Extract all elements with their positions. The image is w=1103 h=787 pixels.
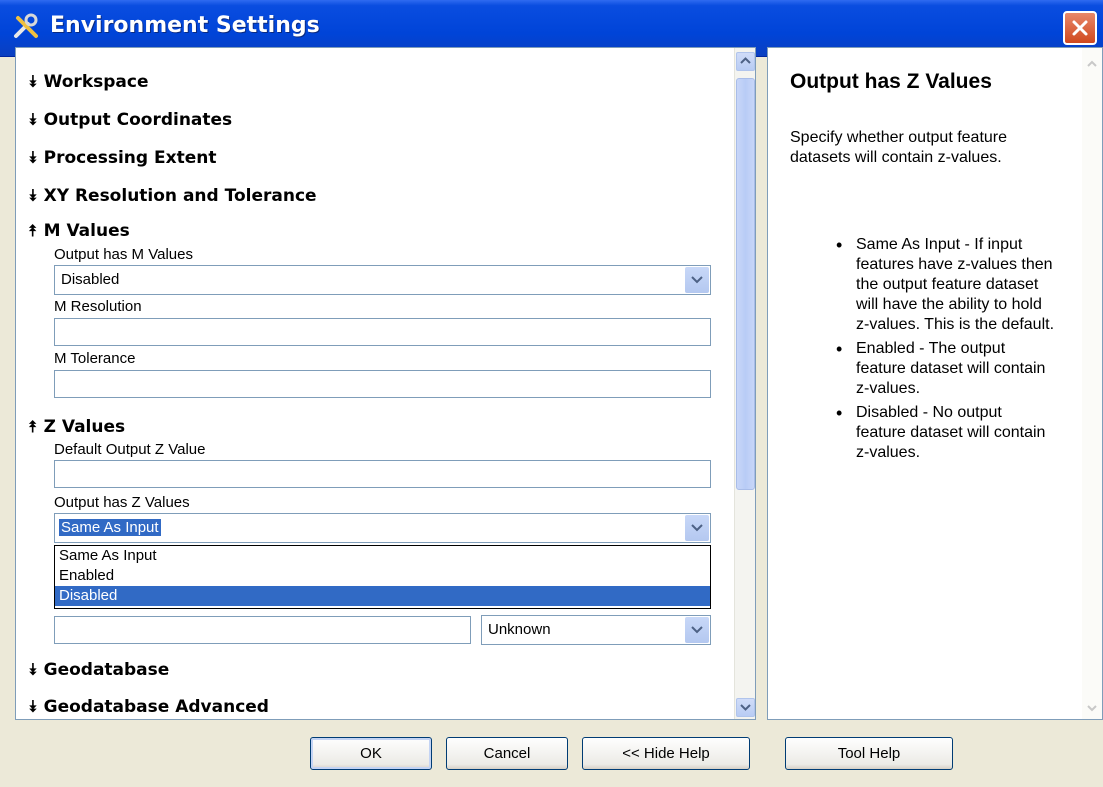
section-workspace[interactable]: ⯯ Workspace bbox=[28, 72, 149, 92]
dropdown-arrow-icon[interactable] bbox=[685, 617, 709, 643]
output-has-z-dropdown-list[interactable]: Same As Input Enabled Disabled bbox=[54, 545, 711, 609]
dropdown-option-disabled[interactable]: Disabled bbox=[55, 586, 710, 606]
dropdown-arrow-icon[interactable] bbox=[685, 515, 709, 541]
close-icon bbox=[1072, 20, 1088, 36]
chevron-down-icon: ⯯ bbox=[28, 186, 38, 205]
chevron-down-icon: ⯯ bbox=[28, 697, 38, 716]
default-output-z-field[interactable] bbox=[54, 460, 711, 488]
help-bullet: Disabled - No output feature dataset wil… bbox=[836, 403, 1056, 463]
scroll-down-icon bbox=[1087, 705, 1097, 712]
section-m-values[interactable]: ⯭ M Values bbox=[28, 221, 130, 241]
chevron-up-icon: ⯭ bbox=[28, 417, 38, 436]
scroll-up-icon bbox=[740, 57, 751, 64]
output-has-z-label: Output has Z Values bbox=[54, 494, 190, 511]
output-has-m-label: Output has M Values bbox=[54, 246, 193, 263]
z-tolerance-field[interactable] bbox=[54, 616, 471, 644]
dropdown-option-same-as-input[interactable]: Same As Input bbox=[55, 546, 710, 566]
z-tolerance-unit-value: Unknown bbox=[488, 621, 551, 638]
dropdown-arrow-icon[interactable] bbox=[685, 267, 709, 293]
help-panel[interactable]: Output has Z Values Specify whether outp… bbox=[767, 47, 1103, 720]
chevron-down-icon: ⯯ bbox=[28, 110, 38, 129]
help-bullet-list: Same As Input - If input features have z… bbox=[836, 235, 1056, 463]
help-bullet: Enabled - The output feature dataset wil… bbox=[836, 339, 1056, 399]
scroll-up-button[interactable] bbox=[736, 52, 755, 71]
output-has-m-value: Disabled bbox=[61, 271, 120, 288]
chevron-up-icon: ⯭ bbox=[28, 221, 38, 240]
section-output-coordinates[interactable]: ⯯ Output Coordinates bbox=[28, 110, 232, 130]
default-output-z-label: Default Output Z Value bbox=[54, 441, 206, 458]
output-has-m-select[interactable]: Disabled bbox=[54, 265, 711, 295]
section-xy-resolution[interactable]: ⯯ XY Resolution and Tolerance bbox=[28, 186, 317, 206]
scroll-down-icon bbox=[740, 704, 751, 711]
help-bullet: Same As Input - If input features have z… bbox=[836, 235, 1056, 335]
hide-help-button[interactable]: << Hide Help bbox=[582, 737, 750, 770]
section-processing-extent[interactable]: ⯯ Processing Extent bbox=[28, 148, 216, 168]
help-scrollbar[interactable] bbox=[1082, 48, 1102, 719]
tools-icon bbox=[12, 12, 42, 42]
chevron-down-icon: ⯯ bbox=[28, 660, 38, 679]
chevron-down-icon: ⯯ bbox=[28, 72, 38, 91]
section-geodatabase[interactable]: ⯯ Geodatabase bbox=[28, 660, 169, 680]
m-resolution-label: M Resolution bbox=[54, 298, 142, 315]
cancel-button[interactable]: Cancel bbox=[446, 737, 568, 770]
section-geodatabase-advanced[interactable]: ⯯ Geodatabase Advanced bbox=[28, 697, 269, 717]
z-tolerance-unit-select[interactable]: Unknown bbox=[481, 615, 711, 645]
section-z-values[interactable]: ⯭ Z Values bbox=[28, 417, 125, 437]
ok-button[interactable]: OK bbox=[310, 737, 432, 770]
settings-scrollbar[interactable] bbox=[734, 48, 755, 719]
chevron-down-icon: ⯯ bbox=[28, 148, 38, 167]
m-tolerance-field[interactable] bbox=[54, 370, 711, 398]
output-has-z-select[interactable]: Same As Input bbox=[54, 513, 711, 543]
close-button[interactable] bbox=[1063, 11, 1097, 45]
window-title: Environment Settings bbox=[50, 13, 320, 38]
help-title: Output has Z Values bbox=[790, 70, 992, 93]
output-has-z-value: Same As Input bbox=[59, 519, 161, 536]
m-resolution-field[interactable] bbox=[54, 318, 711, 346]
tool-help-button[interactable]: Tool Help bbox=[785, 737, 953, 770]
dropdown-option-enabled[interactable]: Enabled bbox=[55, 566, 710, 586]
scroll-down-button[interactable] bbox=[736, 698, 755, 717]
scroll-thumb[interactable] bbox=[736, 78, 755, 490]
help-intro: Specify whether output feature datasets … bbox=[790, 129, 1008, 166]
settings-panel[interactable]: ⯯ Workspace ⯯ Output Coordinates ⯯ Processi… bbox=[15, 47, 756, 720]
scroll-up-icon bbox=[1087, 60, 1097, 67]
m-tolerance-label: M Tolerance bbox=[54, 350, 136, 367]
